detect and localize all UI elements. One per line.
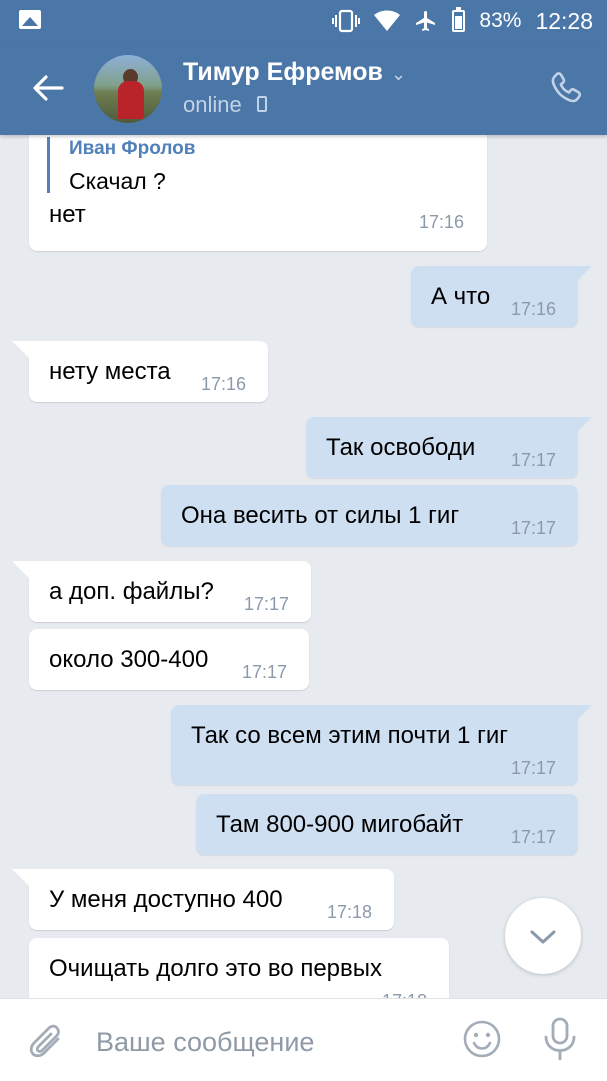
forwarded-sender[interactable]: Иван Фролов [69, 138, 195, 160]
battery-percent: 83% [479, 9, 522, 32]
phone-call-icon[interactable] [548, 70, 584, 106]
microphone-icon[interactable] [540, 1017, 580, 1061]
chevron-down-icon[interactable]: ⌄ [391, 64, 406, 85]
message-time: 17:17 [511, 450, 557, 470]
contact-avatar[interactable] [94, 55, 162, 123]
wifi-icon [374, 10, 401, 31]
message-time: 17:17 [511, 518, 557, 538]
message-text: Очищать долго это во первых [49, 955, 383, 982]
mobile-device-icon [257, 96, 267, 112]
message-input[interactable] [94, 1019, 438, 1065]
forward-quote-bar [47, 137, 50, 193]
outgoing-message[interactable]: А что 17:16 [411, 266, 578, 327]
message-list[interactable]: Иван Фролов Скачал ? нет 17:16 А что 17:… [0, 135, 607, 1000]
message-time: 17:17 [244, 594, 290, 614]
message-text: Так освободи [326, 434, 476, 461]
image-notification-icon [19, 10, 41, 29]
message-time: 17:16 [201, 374, 247, 394]
incoming-message[interactable]: У меня доступно 400 17:18 [29, 869, 394, 930]
message-text: А что [431, 283, 491, 310]
message-time: 17:17 [511, 827, 557, 847]
message-text: нет [49, 201, 86, 228]
outgoing-message[interactable]: Там 800-900 мигобайт 17:17 [196, 794, 578, 855]
scroll-to-bottom-button[interactable] [505, 898, 581, 974]
incoming-message[interactable]: около 300-400 17:17 [29, 629, 309, 690]
outgoing-message[interactable]: Так со всем этим почти 1 гиг 17:17 [171, 705, 578, 785]
message-time: 17:16 [511, 299, 557, 319]
emoji-icon[interactable] [462, 1019, 502, 1059]
outgoing-message[interactable]: Она весить от силы 1 гиг 17:17 [161, 485, 578, 546]
status-clock: 12:28 [535, 7, 593, 34]
message-text: около 300-400 [49, 646, 209, 673]
incoming-message[interactable]: Иван Фролов Скачал ? нет 17:16 [29, 135, 487, 251]
message-time: 17:17 [242, 662, 288, 682]
message-text: Она весить от силы 1 гиг [181, 502, 460, 529]
incoming-message[interactable]: Очищать долго это во первых 17:18 [29, 938, 449, 1000]
message-time: 17:17 [511, 758, 557, 778]
message-text: Там 800-900 мигобайт [216, 811, 464, 838]
message-time: 17:18 [327, 902, 373, 922]
battery-icon [452, 7, 466, 32]
message-text: а доп. файлы? [49, 578, 214, 605]
message-text: У меня доступно 400 [49, 886, 283, 913]
forwarded-text: Скачал ? [69, 168, 166, 194]
message-time: 17:16 [419, 212, 465, 232]
incoming-message[interactable]: нету места 17:16 [29, 341, 268, 402]
chevron-down-icon [530, 930, 556, 944]
message-text: нету места [49, 358, 171, 385]
vibrate-icon [332, 9, 361, 33]
paperclip-icon[interactable] [28, 1021, 66, 1061]
outgoing-message[interactable]: Так освободи 17:17 [306, 417, 578, 478]
incoming-message[interactable]: а доп. файлы? 17:17 [29, 561, 311, 622]
contact-name[interactable]: Тимур Ефремов [183, 58, 383, 87]
message-text: Так со всем этим почти 1 гиг [191, 722, 508, 749]
chat-header: Тимур Ефремов ⌄ online [0, 42, 607, 135]
airplane-icon [416, 11, 436, 31]
contact-status: online [183, 92, 242, 117]
back-arrow-icon[interactable] [28, 68, 68, 108]
message-composer [0, 998, 607, 1081]
status-bar: 83% 12:28 [0, 0, 607, 42]
